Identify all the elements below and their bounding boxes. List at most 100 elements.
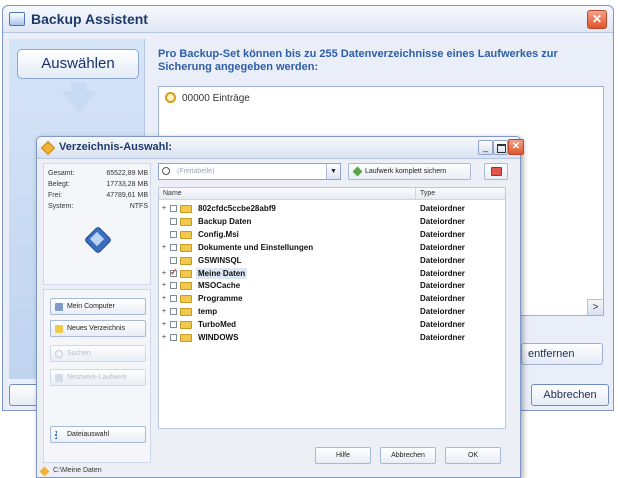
- folder-type: Dateiordner: [420, 268, 465, 278]
- drive-info-used: Belegt: 17733,28 MB: [48, 181, 148, 188]
- cancel-button[interactable]: Abbrechen: [380, 447, 436, 464]
- chevron-down-icon[interactable]: ▼: [326, 164, 340, 179]
- ok-button[interactable]: OK: [445, 447, 501, 464]
- folder-icon: [180, 230, 192, 239]
- diamond-icon: [40, 140, 56, 156]
- network-icon: [55, 374, 63, 382]
- folder-name: Programme: [198, 294, 243, 304]
- info-value: 47789,61 MB: [106, 192, 148, 199]
- folder-checkbox[interactable]: [170, 295, 177, 303]
- folder-checkbox[interactable]: [170, 321, 177, 329]
- folder-type: Dateiordner: [420, 333, 465, 342]
- search-icon: [162, 167, 170, 175]
- search-button[interactable]: Suchen: [50, 345, 146, 362]
- status-path: C:\Meine Daten: [53, 467, 102, 474]
- tree-row[interactable]: + temp Dateiordner: [159, 306, 505, 317]
- folder-options-button[interactable]: [484, 163, 508, 180]
- expand-icon[interactable]: +: [162, 293, 166, 304]
- info-label: System:: [48, 203, 74, 210]
- folder-name: Dokumente und Einstellungen: [198, 242, 314, 252]
- folder-type: Dateiordner: [420, 320, 465, 330]
- close-icon[interactable]: ✕: [508, 139, 524, 155]
- expand-icon[interactable]: +: [162, 203, 166, 214]
- column-header-type[interactable]: Type: [420, 190, 435, 197]
- tree-row[interactable]: + Dokumente und Einstellungen Dateiordner: [159, 242, 505, 253]
- tree-row[interactable]: + Programme Dateiordner: [159, 293, 505, 304]
- button-label: Netzwerk-Laufwerk: [67, 374, 127, 381]
- search-icon: [55, 350, 63, 358]
- folder-type: Dateiordner: [420, 204, 465, 213]
- folder-icon: [180, 217, 192, 226]
- tree-row[interactable]: Config.Msi Dateiordner: [159, 229, 505, 240]
- scroll-right-button[interactable]: >: [587, 299, 603, 315]
- info-value: NTFS: [129, 203, 148, 210]
- back-button[interactable]: [9, 384, 39, 406]
- drive-info-panel: Gesamt: 65522,89 MB Belegt: 17733,28 MB …: [43, 163, 151, 285]
- window-icon: [9, 12, 25, 26]
- folder-name: GSWINSQL: [198, 255, 242, 265]
- expand-icon[interactable]: +: [162, 280, 166, 291]
- column-divider[interactable]: [415, 188, 416, 200]
- folder-checkbox[interactable]: [170, 334, 177, 341]
- dialog-titlebar[interactable]: Verzeichnis-Auswahl: _ ✕: [37, 137, 524, 159]
- path-dropdown[interactable]: (Freitabelle) ▼: [158, 163, 341, 180]
- tree-row[interactable]: GSWINSQL Dateiordner: [159, 255, 505, 266]
- folder-tree[interactable]: Name Type +802cfdc5ccbe28abf9 Dateiordner…: [158, 187, 506, 429]
- column-header-name[interactable]: Name: [163, 190, 182, 197]
- help-button[interactable]: Hilfe: [315, 447, 371, 464]
- tree-row[interactable]: +802cfdc5ccbe28abf9 Dateiordner: [159, 203, 505, 214]
- cancel-button[interactable]: Abbrechen: [531, 384, 609, 406]
- folder-checkbox[interactable]: [170, 205, 177, 212]
- tree-row[interactable]: + Meine Daten Dateiordner: [159, 267, 505, 279]
- main-titlebar[interactable]: Backup Assistent ✕: [3, 6, 613, 33]
- dialog-actions: Mein Computer Neues Verzeichnis Suchen N…: [43, 289, 151, 463]
- status-bar: C:\Meine Daten: [37, 465, 520, 477]
- button-label: Dateiauswahl: [67, 431, 110, 438]
- folder-checkbox[interactable]: [170, 308, 177, 316]
- folder-icon: [180, 308, 192, 317]
- drive-info-total: Gesamt: 65522,89 MB: [48, 170, 148, 177]
- folder-icon: [180, 269, 192, 278]
- directory-selection-dialog: Verzeichnis-Auswahl: _ ✕ Gesamt: 65522,8…: [36, 136, 524, 478]
- minimize-icon[interactable]: _: [478, 140, 493, 155]
- folder-name: WINDOWS: [198, 333, 239, 342]
- maximize-icon[interactable]: [493, 140, 508, 155]
- path-placeholder: (Freitabelle): [177, 168, 215, 175]
- close-icon[interactable]: ✕: [587, 10, 607, 29]
- folder-checkbox[interactable]: [170, 230, 177, 238]
- tree-row[interactable]: + WINDOWS Dateiordner: [159, 332, 505, 343]
- folder-name: Backup Daten: [198, 216, 252, 226]
- intro-text: Pro Backup-Set können bis zu 255 Datenve…: [158, 48, 558, 73]
- expand-icon[interactable]: +: [162, 306, 166, 317]
- remove-button[interactable]: entfernen: [521, 343, 603, 365]
- expand-icon[interactable]: +: [162, 332, 166, 343]
- expand-icon[interactable]: +: [162, 242, 166, 253]
- new-folder-button[interactable]: Neues Verzeichnis: [50, 320, 146, 337]
- file-selection-button[interactable]: Dateiauswahl: [50, 426, 146, 443]
- my-computer-button[interactable]: Mein Computer: [50, 298, 146, 315]
- tree-row[interactable]: + TurboMed Dateiordner: [159, 319, 505, 330]
- expand-icon[interactable]: +: [162, 268, 166, 279]
- computer-icon: [55, 303, 63, 311]
- list-item[interactable]: 00000 Einträge: [165, 92, 250, 104]
- button-label: Neues Verzeichnis: [67, 325, 125, 332]
- folder-checkbox[interactable]: [170, 256, 177, 264]
- tree-row[interactable]: Backup Daten Dateiordner: [159, 216, 505, 227]
- folder-checkbox[interactable]: [170, 217, 177, 225]
- network-drive-button[interactable]: Netzwerk-Laufwerk: [50, 369, 146, 386]
- folder-name: temp: [198, 307, 218, 317]
- folder-checkbox[interactable]: [170, 282, 177, 290]
- window-title: Backup Assistent: [31, 11, 148, 27]
- folder-checkbox[interactable]: [170, 267, 178, 278]
- folder-name: Config.Msi: [198, 229, 239, 239]
- backup-full-drive-button[interactable]: Laufwerk komplett sichern: [348, 163, 471, 180]
- expand-icon[interactable]: +: [162, 319, 166, 330]
- folder-checkbox[interactable]: [170, 243, 177, 251]
- folder-icon: [180, 243, 192, 252]
- info-label: Frei:: [48, 192, 62, 199]
- folder-icon: [491, 167, 502, 176]
- select-step-button[interactable]: Auswählen: [17, 49, 139, 79]
- dialog-sidebar: Gesamt: 65522,89 MB Belegt: 17733,28 MB …: [43, 163, 151, 463]
- tree-row[interactable]: + MSOCache Dateiordner: [159, 280, 505, 291]
- folder-icon: [180, 205, 192, 213]
